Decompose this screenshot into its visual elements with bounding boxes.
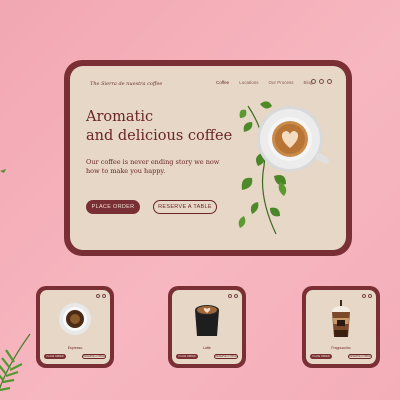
product-card-panel: Frappuccino PLACE ORDER RESERVE A TABLE xyxy=(306,290,376,364)
palm-leaf-decoration xyxy=(0,333,31,392)
nav-link-coffee[interactable]: Coffee xyxy=(216,80,229,85)
card-place-order-button[interactable]: PLACE ORDER xyxy=(44,354,66,359)
product-card-espresso[interactable]: Espresso PLACE ORDER RESERVE A TABLE xyxy=(36,286,114,368)
card-reserve-table-button[interactable]: RESERVE A TABLE xyxy=(82,354,106,359)
frappuccino-cup-image xyxy=(332,300,350,337)
card-icons xyxy=(96,294,106,298)
card-place-order-button[interactable]: PLACE ORDER xyxy=(310,354,332,359)
user-icon[interactable] xyxy=(228,294,232,298)
card-place-order-button[interactable]: PLACE ORDER xyxy=(176,354,198,359)
espresso-cup-image xyxy=(59,303,91,335)
card-title: Latte xyxy=(203,346,211,350)
landing-page-mockup: The Sierra de nuestra coffee Coffee Loca… xyxy=(64,60,352,256)
landing-page-panel: The Sierra de nuestra coffee Coffee Loca… xyxy=(70,66,346,250)
hero-subtext-line1: Our coffee is never ending story we now xyxy=(86,158,220,166)
search-icon[interactable] xyxy=(311,79,316,84)
card-icons xyxy=(362,294,372,298)
hero-subtext: Our coffee is never ending story we now … xyxy=(86,158,226,176)
place-order-button[interactable]: PLACE ORDER xyxy=(86,200,140,214)
card-title: Frappuccino xyxy=(331,346,351,350)
leaf-decoration-small xyxy=(0,169,6,173)
card-title: Espresso xyxy=(67,346,83,350)
brand-logo[interactable]: The Sierra de nuestra coffee xyxy=(90,81,162,87)
user-icon[interactable] xyxy=(362,294,366,298)
card-reserve-table-button[interactable]: RESERVE A TABLE xyxy=(348,354,372,359)
nav-icons xyxy=(311,79,332,84)
latte-cup-image xyxy=(195,305,219,336)
nav-link-our-process[interactable]: Our Process xyxy=(268,80,293,85)
card-reserve-table-button[interactable]: RESERVE A TABLE xyxy=(214,354,238,359)
user-icon[interactable] xyxy=(96,294,100,298)
cart-icon[interactable] xyxy=(368,294,372,298)
cart-icon[interactable] xyxy=(234,294,238,298)
product-card-frappuccino[interactable]: Frappuccino PLACE ORDER RESERVE A TABLE xyxy=(302,286,380,368)
cart-icon[interactable] xyxy=(102,294,106,298)
nav-link-locations[interactable]: Locations xyxy=(239,80,258,85)
product-card-panel: Espresso PLACE ORDER RESERVE A TABLE xyxy=(40,290,110,364)
coffee-cup-with-ivy-image xyxy=(238,101,330,235)
product-card-panel: Latte PLACE ORDER RESERVE A TABLE xyxy=(172,290,242,364)
top-navigation: The Sierra de nuestra coffee Coffee Loca… xyxy=(90,78,332,90)
product-card-latte[interactable]: Latte PLACE ORDER RESERVE A TABLE xyxy=(168,286,246,368)
hero-subtext-line2: how to make you happy. xyxy=(86,167,166,175)
card-icons xyxy=(228,294,238,298)
nav-links: Coffee Locations Our Process Blog xyxy=(216,80,312,85)
user-icon[interactable] xyxy=(319,79,324,84)
cart-icon[interactable] xyxy=(327,79,332,84)
